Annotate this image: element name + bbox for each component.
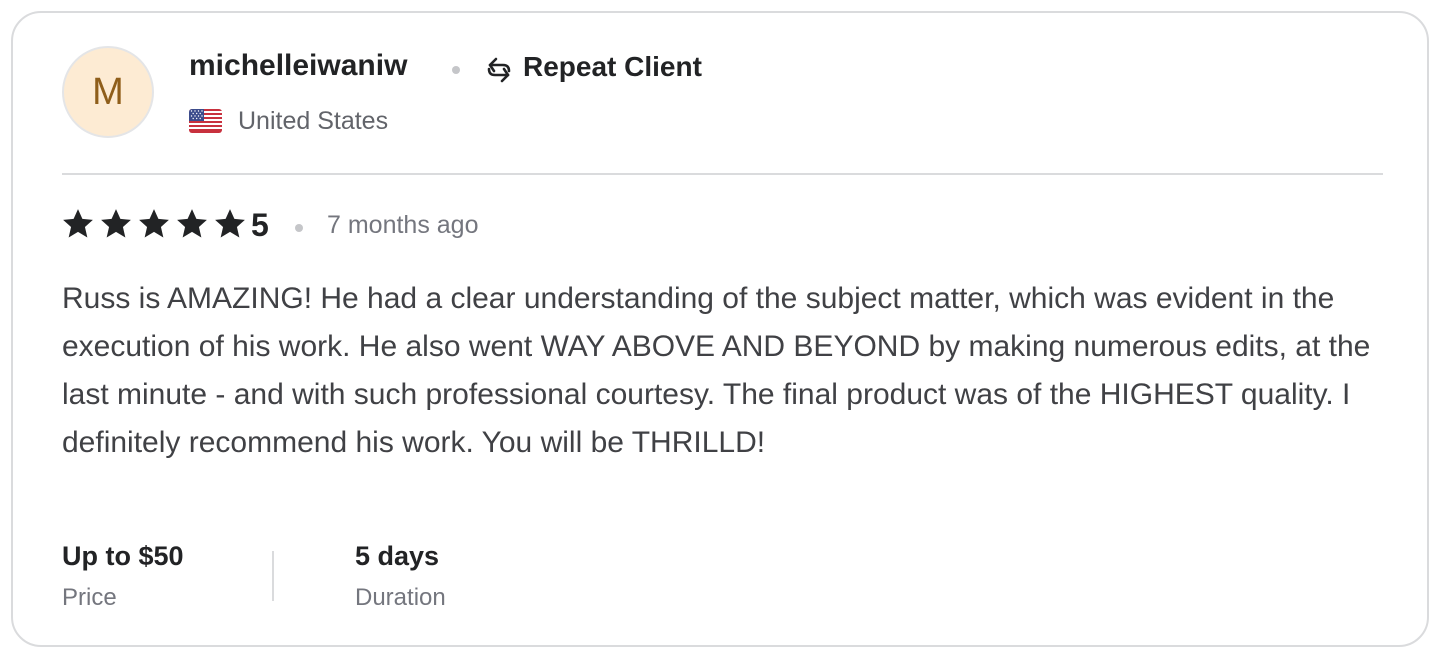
avatar[interactable]: M (62, 46, 154, 138)
separator-dot (452, 66, 460, 74)
review-text: Russ is AMAZING! He had a clear understa… (62, 282, 1371, 459)
duration-label: Duration (355, 584, 446, 611)
us-flag-icon (189, 109, 222, 133)
star-icon (177, 209, 207, 238)
star-rating (61, 207, 251, 241)
reviewer-country: United States (238, 107, 389, 135)
duration-value: 5 days (355, 541, 440, 571)
repeat-client-badge: Repeat Client (523, 51, 702, 82)
repeat-icon (487, 57, 511, 83)
star-icon (139, 209, 169, 238)
price-label: Price (62, 584, 117, 611)
price-value: Up to $50 (62, 541, 184, 571)
details-divider (272, 551, 274, 601)
divider (62, 173, 1383, 175)
star-icon (215, 209, 245, 238)
star-icon (101, 209, 131, 238)
separator-dot (295, 224, 303, 232)
review-time: 7 months ago (327, 211, 479, 239)
avatar-initial: M (92, 70, 124, 113)
star-icon (63, 209, 93, 238)
rating-value: 5 (251, 207, 269, 243)
review-card: M michelleiwaniw Repeat Client United St… (11, 11, 1429, 647)
reviewer-username[interactable]: michelleiwaniw (189, 49, 407, 83)
